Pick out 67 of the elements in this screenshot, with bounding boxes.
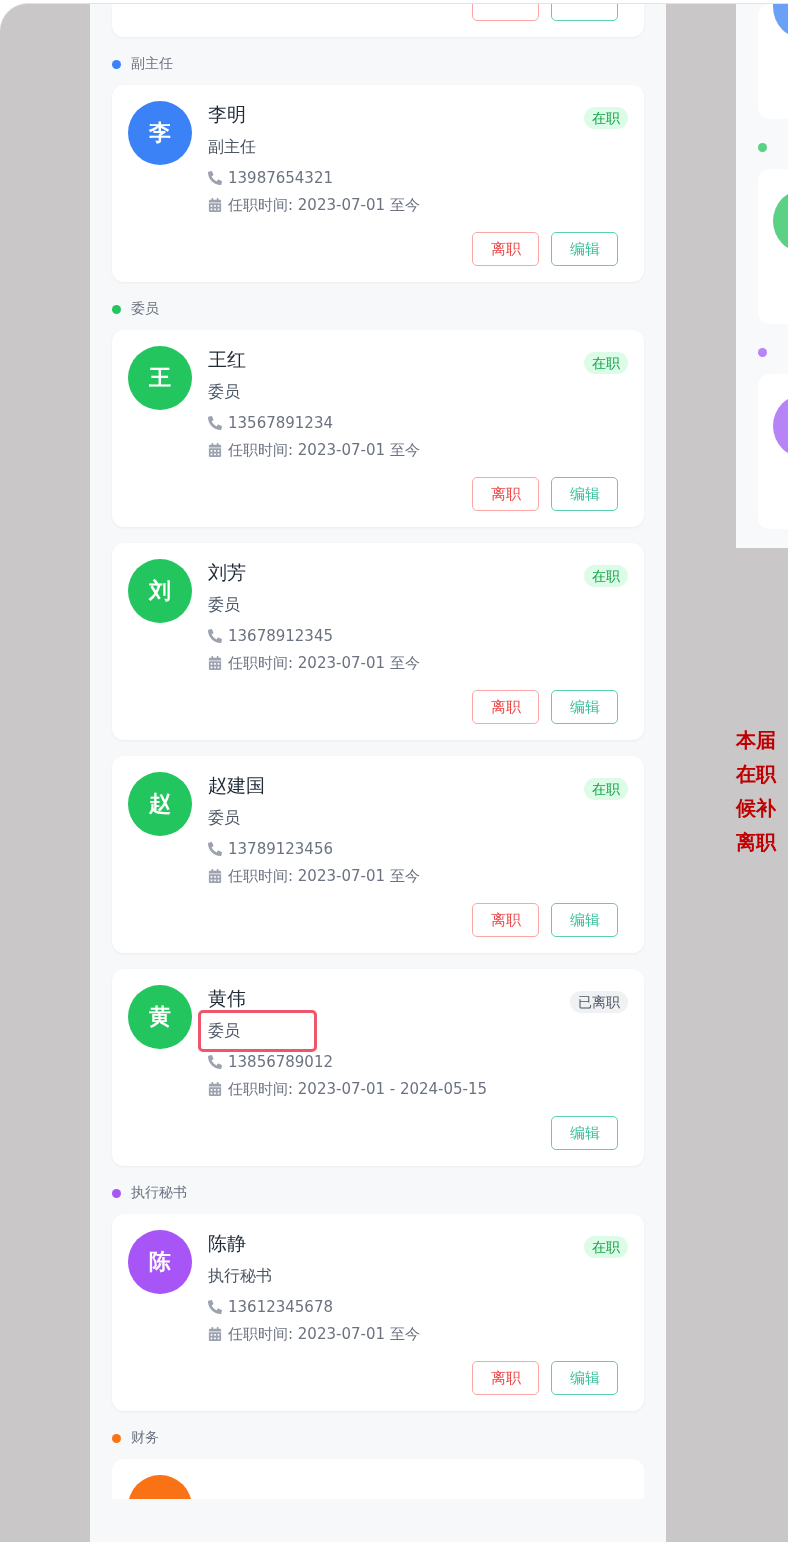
status-badge: 在职 (584, 565, 628, 587)
resign-button[interactable]: 离职 (472, 1361, 539, 1395)
phone-number: 13789123456 (228, 839, 333, 859)
note-text: 离职 (736, 829, 778, 856)
member-role: 委员 (208, 594, 240, 616)
status-badge: 在职 (584, 1236, 628, 1258)
avatar: 赵 (128, 772, 192, 836)
phone-icon (208, 1055, 222, 1069)
calendar-icon (208, 1327, 222, 1341)
phone-icon (208, 1300, 222, 1314)
status-badge: 在职 (584, 107, 628, 129)
note-text: 本届 (736, 727, 777, 754)
status-badge: 在职 (584, 778, 628, 800)
note-text: 在职 (736, 761, 778, 788)
edit-button[interactable]: 编辑 (551, 903, 618, 937)
resign-button[interactable]: 离职 (472, 477, 539, 511)
resign-button[interactable]: 离职 (472, 903, 539, 937)
calendar-icon (208, 869, 222, 883)
section-title: 副主任 (131, 55, 173, 73)
phone-icon (208, 842, 222, 856)
tenure-text: 任职时间: 2023-07-01 - 2024-05-15 (228, 1079, 488, 1099)
calendar-icon (208, 1082, 222, 1096)
edit-button[interactable]: 编辑 (551, 1361, 618, 1395)
edit-button[interactable]: 编辑 (551, 477, 618, 511)
section-title: 执行秘书 (131, 1184, 187, 1202)
member-role: 委员 (208, 807, 240, 829)
phone-number: 13987654321 (228, 168, 333, 188)
avatar: 黄 (128, 985, 192, 1049)
tenure-text: 任职时间: 2023-07-01 至今 (228, 866, 420, 886)
member-role: 执行秘书 (208, 1265, 272, 1287)
member-name: 王红 (208, 347, 246, 372)
avatar: 王 (128, 346, 192, 410)
tenure-text: 任职时间: 2023-07-01 至今 (228, 653, 420, 673)
phone-icon (208, 416, 222, 430)
status-badge: 在职 (584, 352, 628, 374)
resign-button[interactable]: 离职 (472, 690, 539, 724)
status-badge: 已离职 (570, 991, 628, 1013)
section-title: 委员 (131, 300, 159, 318)
member-name: 黄伟 (208, 986, 246, 1011)
calendar-icon (208, 656, 222, 670)
member-role: 委员 (198, 1010, 317, 1052)
member-role: 委员 (208, 381, 240, 403)
calendar-icon (208, 443, 222, 457)
avatar: 刘 (128, 559, 192, 623)
tenure-text: 任职时间: 2023-07-01 至今 (228, 195, 420, 215)
tenure-text: 任职时间: 2023-07-01 至今 (228, 440, 420, 460)
note-text: 候补 (736, 795, 777, 822)
tenure-text: 任职时间: 2023-07-01 至今 (228, 1324, 420, 1344)
member-name: 赵建国 (208, 773, 265, 798)
phone-icon (208, 629, 222, 643)
avatar: 李 (128, 101, 192, 165)
member-role: 副主任 (208, 136, 256, 158)
member-name: 刘芳 (208, 560, 246, 585)
member-name: 陈静 (208, 1231, 246, 1256)
phone-number: 13856789012 (228, 1052, 333, 1072)
phone-number: 13567891234 (228, 413, 333, 433)
phone-icon (208, 171, 222, 185)
phone-number: 13612345678 (228, 1297, 333, 1317)
resign-button[interactable]: 离职 (472, 232, 539, 266)
avatar: 陈 (128, 1230, 192, 1294)
member-name: 李明 (208, 102, 246, 127)
edit-button[interactable]: 编辑 (551, 690, 618, 724)
calendar-icon (208, 198, 222, 212)
section-title: 财务 (131, 1429, 159, 1447)
edit-button[interactable]: 编辑 (551, 232, 618, 266)
edit-button[interactable]: 编辑 (551, 1116, 618, 1150)
phone-number: 13678912345 (228, 626, 333, 646)
